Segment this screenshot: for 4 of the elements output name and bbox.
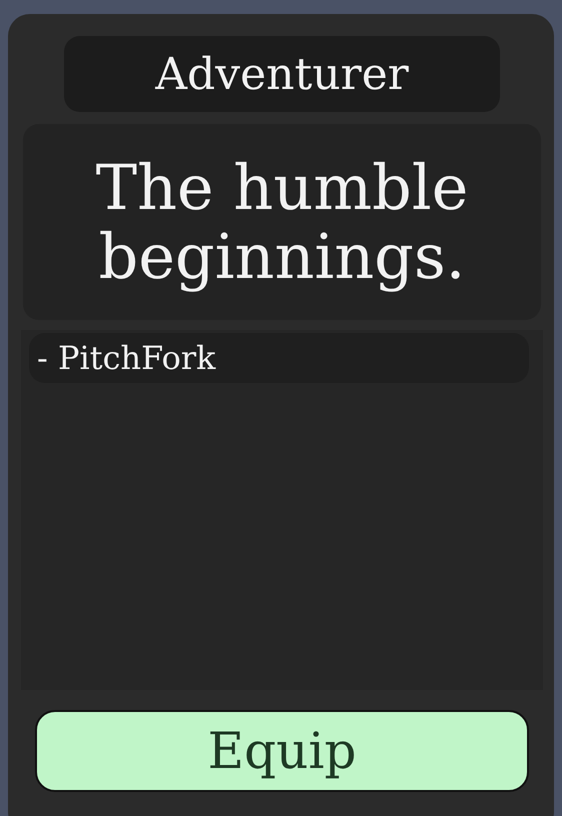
author-text: - PitchFork (29, 333, 529, 383)
title: Adventurer (64, 36, 500, 112)
quote-text: The humble beginnings. (23, 124, 541, 320)
equip-button[interactable]: Equip (35, 710, 529, 792)
